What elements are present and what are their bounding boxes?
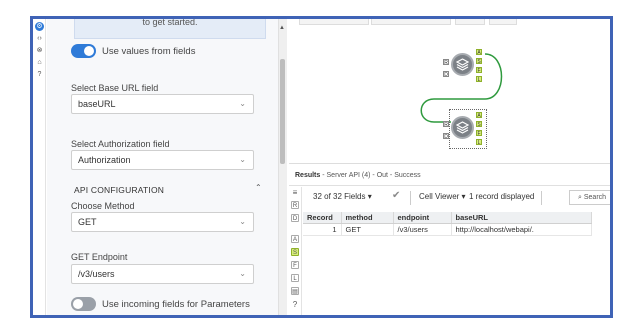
server-api-tool[interactable] [451, 53, 474, 76]
input-anchor[interactable]: D [443, 133, 449, 140]
auth-label: Select Authorization field [71, 139, 170, 149]
table-header-row: Record method endpoint baseURL [303, 212, 592, 224]
results-title-rest: - Server API (4) - Out - Success [320, 172, 421, 179]
server-api-tool[interactable] [451, 116, 474, 139]
cell-viewer-label: Cell Viewer [419, 192, 460, 201]
endpoint-select[interactable]: /v3/users ⌄ [71, 264, 254, 284]
results-table: Record method endpoint baseURL 1 GET /v3… [303, 212, 592, 236]
help-icon[interactable]: ? [35, 70, 44, 79]
input-anchor[interactable]: D [443, 71, 449, 78]
cell-record[interactable]: 1 [303, 223, 342, 236]
cell-endpoint[interactable]: /v3/users [393, 223, 452, 236]
s-anchor-icon[interactable]: S [291, 248, 299, 256]
results-title: Results - Server API (4) - Out - Success [295, 172, 421, 179]
output-anchor[interactable]: L [476, 139, 482, 146]
input-anchor[interactable]: R [443, 59, 449, 66]
notice-text: to get started. [142, 19, 198, 27]
caret-down-icon: ▾ [367, 192, 372, 201]
app-window: ⚙ ‹› ⊗ ⌂ ? to get started. Use values fr… [30, 16, 613, 318]
use-values-label: Use values from fields [102, 46, 196, 57]
close-circle-icon[interactable]: ⊗ [35, 46, 44, 55]
method-value: GET [78, 217, 97, 227]
workflow-canvas[interactable]: R D A S F L R D A S F L [289, 19, 610, 164]
scroll-up-arrow-icon[interactable]: ▲ [279, 25, 285, 31]
settings-icon[interactable]: ⚙ [35, 22, 44, 31]
config-scroll-thumb[interactable] [280, 59, 285, 164]
chevron-up-icon[interactable]: ⌃ [255, 183, 262, 192]
side-icon-strip: ⚙ ‹› ⊗ ⌂ ? [33, 19, 46, 315]
column-header[interactable]: Record [303, 212, 342, 224]
auth-select[interactable]: Authorization ⌄ [71, 150, 254, 170]
notice-banner: to get started. [74, 19, 266, 39]
column-header[interactable]: endpoint [393, 212, 452, 224]
layers-icon [456, 121, 469, 134]
output-anchor[interactable]: A [476, 49, 482, 56]
chevron-down-icon: ⌄ [239, 269, 246, 278]
toolbar-separator [410, 191, 411, 205]
output-anchor[interactable]: L [476, 76, 482, 83]
search-icon: ⌕ [578, 194, 582, 201]
a-anchor-icon[interactable]: A [291, 235, 299, 243]
base-url-label: Select Base URL field [71, 83, 159, 93]
configuration-panel: to get started. Use values from fields S… [47, 19, 278, 315]
code-icon[interactable]: ‹› [35, 34, 44, 43]
grid-icon[interactable]: ▤ [291, 287, 299, 295]
checkmark-icon[interactable]: ✔ [392, 190, 400, 201]
chevron-down-icon: ⌄ [239, 217, 246, 226]
method-select[interactable]: GET ⌄ [71, 212, 254, 232]
fields-count: 32 of 32 Fields [313, 192, 366, 201]
chevron-down-icon: ⌄ [239, 155, 246, 164]
table-row[interactable]: 1 GET /v3/users http://localhost/webapi/… [303, 223, 592, 236]
column-header[interactable]: baseURL [451, 212, 592, 224]
input-anchor[interactable]: R [443, 121, 449, 128]
records-displayed: 1 record displayed [469, 192, 535, 201]
l-anchor-icon[interactable]: L [291, 274, 299, 282]
use-values-toggle[interactable] [71, 44, 96, 58]
fields-dropdown[interactable]: 32 of 32 Fields ▾ [313, 192, 372, 201]
help-icon[interactable]: ? [291, 301, 299, 309]
d-anchor-icon[interactable]: D [291, 214, 299, 222]
toolbar-separator [541, 191, 542, 205]
cell-method[interactable]: GET [341, 223, 394, 236]
method-label: Choose Method [71, 201, 135, 211]
base-url-value: baseURL [78, 99, 116, 109]
f-anchor-icon[interactable]: F [291, 261, 299, 269]
endpoint-label: GET Endpoint [71, 252, 128, 262]
r-anchor-icon[interactable]: R [291, 201, 299, 209]
results-title-bold: Results [295, 172, 321, 179]
results-side-icons: ≡ R D A S F L ▤ ? [289, 187, 302, 315]
cell-viewer-dropdown[interactable]: Cell Viewer ▾ [419, 192, 466, 201]
auth-value: Authorization [78, 155, 131, 165]
api-config-heading: API CONFIGURATION [74, 185, 165, 195]
endpoint-value: /v3/users [78, 269, 115, 279]
layers-icon [456, 58, 469, 71]
tag-icon[interactable]: ⌂ [35, 58, 44, 67]
incoming-fields-toggle[interactable] [71, 297, 96, 311]
cell-baseurl[interactable]: http://localhost/webapi/. [451, 223, 592, 236]
incoming-fields-label: Use incoming fields for Parameters [102, 299, 250, 310]
caret-down-icon: ▾ [461, 192, 466, 201]
output-anchor[interactable]: F [476, 67, 482, 74]
output-anchor[interactable]: A [476, 112, 482, 119]
output-anchor[interactable]: S [476, 121, 482, 128]
results-panel: Results - Server API (4) - Out - Success… [289, 165, 610, 315]
results-divider [289, 185, 610, 186]
list-icon[interactable]: ≡ [291, 189, 299, 197]
search-placeholder: Search [583, 194, 607, 201]
output-anchor[interactable]: F [476, 130, 482, 137]
base-url-select[interactable]: baseURL ⌄ [71, 94, 254, 114]
output-anchor[interactable]: S [476, 58, 482, 65]
column-header[interactable]: method [341, 212, 394, 224]
search-input[interactable]: ⌕ Search [569, 190, 610, 205]
chevron-down-icon: ⌄ [239, 99, 246, 108]
